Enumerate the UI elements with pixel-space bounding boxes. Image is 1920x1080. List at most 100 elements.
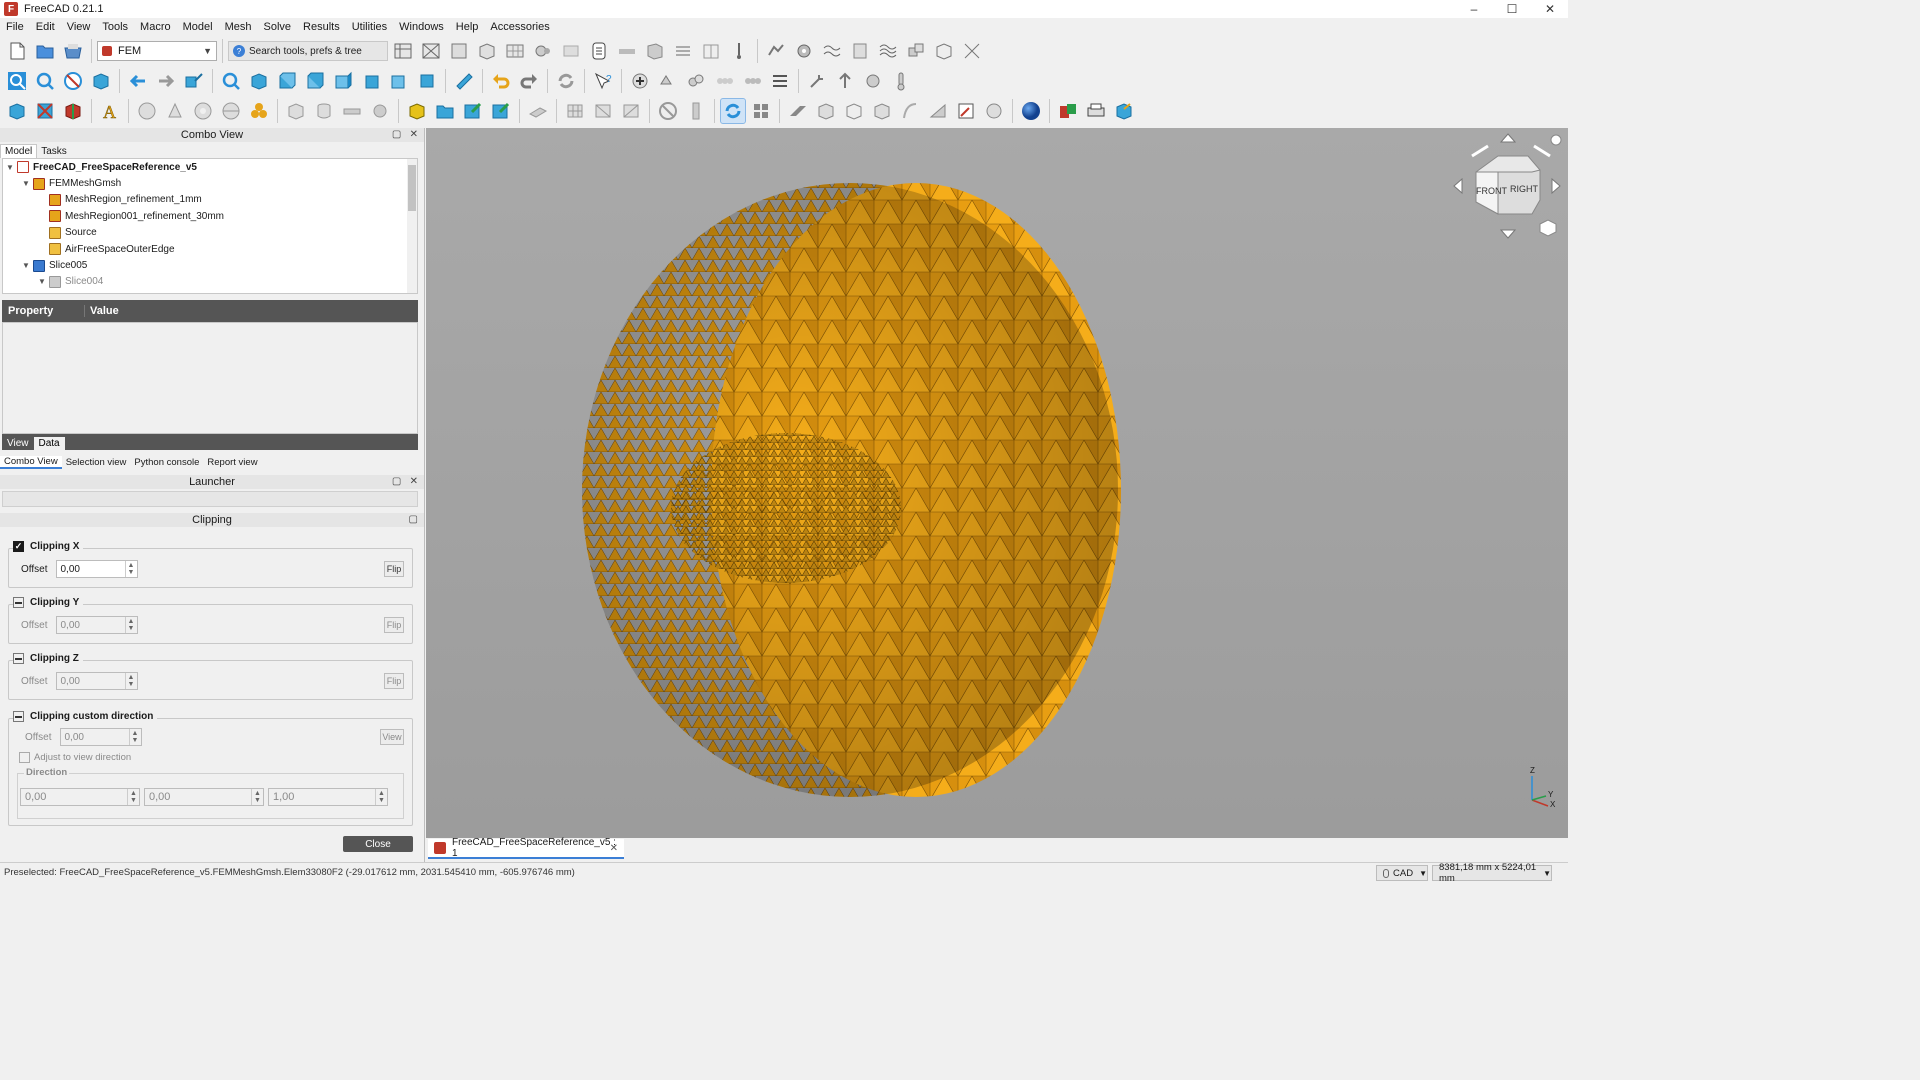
export-icon[interactable]: [1111, 98, 1137, 124]
menu-edit[interactable]: Edit: [30, 21, 61, 33]
cylinder-icon[interactable]: [311, 98, 337, 124]
open-folder-icon[interactable]: [32, 38, 58, 64]
clipping-x-flip-button[interactable]: Flip: [384, 561, 404, 577]
launcher-input[interactable]: [2, 491, 418, 507]
cut-icon[interactable]: [959, 38, 985, 64]
plane-icon[interactable]: [785, 98, 811, 124]
draw-style-icon[interactable]: [60, 68, 86, 94]
clipping-y-flip-button[interactable]: Flip: [384, 617, 404, 633]
tab-view[interactable]: View: [2, 437, 34, 450]
spin-arrows-icon[interactable]: ▲ ▼: [124, 561, 137, 577]
text-icon[interactable]: A: [97, 98, 123, 124]
section-icon[interactable]: [642, 38, 668, 64]
menu-utilities[interactable]: Utilities: [346, 21, 393, 33]
spheres-icon[interactable]: [246, 98, 272, 124]
tree-scrollbar[interactable]: [407, 159, 417, 293]
isometric-view-icon[interactable]: [246, 68, 272, 94]
mesh-boundary-icon[interactable]: [841, 98, 867, 124]
clipping-x-offset-input[interactable]: 0,00 ▲ ▼: [55, 560, 138, 578]
sketch-icon[interactable]: [953, 98, 979, 124]
mesh-region-icon[interactable]: [502, 38, 528, 64]
stack-icon[interactable]: [847, 38, 873, 64]
cube-icon[interactable]: [283, 98, 309, 124]
tab-python-console[interactable]: Python console: [130, 457, 203, 468]
mesh-nodes-icon[interactable]: [590, 98, 616, 124]
cubes-icon[interactable]: [903, 38, 929, 64]
tab-tasks[interactable]: Tasks: [37, 145, 71, 158]
top-view-icon[interactable]: [302, 68, 328, 94]
save-icon[interactable]: [60, 38, 86, 64]
chevron-down-icon[interactable]: ▼: [19, 261, 33, 270]
front-view-icon[interactable]: [274, 68, 300, 94]
tree-item[interactable]: AirFreeSpaceOuterEdge: [3, 241, 417, 257]
tree-item[interactable]: ▼ FEMMeshGmsh: [3, 175, 417, 191]
cone-icon[interactable]: [162, 98, 188, 124]
rotate-down-icon[interactable]: [1499, 229, 1517, 239]
chevron-down-icon[interactable]: ▼: [3, 163, 17, 172]
spin-arrows-icon[interactable]: ▲ ▼: [124, 673, 137, 689]
right-view-icon[interactable]: [330, 68, 356, 94]
spin-arrows-icon[interactable]: ▲ ▼: [127, 789, 139, 805]
clipping-y-offset-input[interactable]: 0,00 ▲ ▼: [55, 616, 138, 634]
group-folder-icon[interactable]: [432, 98, 458, 124]
spin-arrows-icon[interactable]: ▲ ▼: [124, 617, 137, 633]
menu-mesh[interactable]: Mesh: [219, 21, 258, 33]
search-tools-input[interactable]: ? Search tools, prefs & tree: [228, 41, 388, 61]
fluid-icon[interactable]: [614, 38, 640, 64]
menu-file[interactable]: File: [0, 21, 30, 33]
dimension-display[interactable]: 8381,18 mm x 5224,01 mm ▼: [1432, 862, 1552, 884]
clipping-custom-offset-input[interactable]: 0,00 ▲ ▼: [59, 728, 142, 746]
tree-item[interactable]: ▼ FreeCAD_FreeSpaceReference_v5: [3, 159, 417, 175]
selection-filter-icon[interactable]: [88, 68, 114, 94]
clipping-view-button[interactable]: View: [380, 729, 404, 745]
part-icon[interactable]: [404, 98, 430, 124]
menu-model[interactable]: Model: [177, 21, 219, 33]
thermometer-icon[interactable]: [888, 68, 914, 94]
bottom-view-icon[interactable]: [386, 68, 412, 94]
navigation-cube[interactable]: FRONT RIGHT: [1452, 132, 1562, 242]
pipeline-icon[interactable]: [763, 38, 789, 64]
tree-item[interactable]: ▼ Slice004: [3, 274, 417, 290]
mesh-display-icon[interactable]: [767, 68, 793, 94]
menu-results[interactable]: Results: [297, 21, 346, 33]
rotate-right-icon[interactable]: [1551, 177, 1561, 195]
refresh-icon[interactable]: [553, 68, 579, 94]
clipping-custom-checkbox[interactable]: [13, 711, 24, 722]
constraint-force-icon[interactable]: [804, 68, 830, 94]
close-icon[interactable]: ✕: [410, 129, 418, 140]
rotate-up-icon[interactable]: [1499, 133, 1517, 143]
tree-item[interactable]: MeshRegion001_refinement_30mm: [3, 208, 417, 224]
fem-mesh-icon[interactable]: [418, 38, 444, 64]
direction-x-input[interactable]: 0,00 ▲ ▼: [20, 788, 140, 806]
pipe-icon[interactable]: [339, 98, 365, 124]
solver-icon[interactable]: [558, 38, 584, 64]
zoom-icon[interactable]: [218, 68, 244, 94]
float-icon[interactable]: ▢: [409, 514, 418, 525]
mesh-region-tool-icon[interactable]: [813, 98, 839, 124]
close-tab-icon[interactable]: ✕: [610, 843, 618, 854]
beam-icon[interactable]: [525, 98, 551, 124]
waves-icon[interactable]: [875, 38, 901, 64]
clipping-y-checkbox[interactable]: [13, 597, 24, 608]
minimize-button[interactable]: –: [1456, 0, 1492, 18]
mesh-clear-icon[interactable]: [739, 68, 765, 94]
solid-icon[interactable]: [474, 38, 500, 64]
grid-icon[interactable]: [748, 98, 774, 124]
book-icon[interactable]: [698, 38, 724, 64]
chevron-down-icon[interactable]: ▼: [19, 179, 33, 188]
left-view-icon[interactable]: [414, 68, 440, 94]
measure-icon[interactable]: [451, 68, 477, 94]
chevron-down-icon[interactable]: ▼: [35, 277, 49, 286]
print-icon[interactable]: [1083, 98, 1109, 124]
close-window-button[interactable]: ✕: [1532, 0, 1568, 18]
scrollbar-thumb[interactable]: [408, 165, 416, 211]
maximize-button[interactable]: ☐: [1494, 0, 1530, 18]
tree-item[interactable]: ▼ Slice005: [3, 257, 417, 273]
float-icon[interactable]: ▢: [392, 476, 401, 487]
property-editor[interactable]: [2, 322, 418, 434]
document-tab[interactable]: FreeCAD_FreeSpaceReference_v5 : 1 ✕: [428, 837, 624, 859]
small-cube-icon[interactable]: [1539, 219, 1557, 237]
box-icon[interactable]: [931, 38, 957, 64]
gear-shape-icon[interactable]: [367, 98, 393, 124]
menu-view[interactable]: View: [61, 21, 97, 33]
